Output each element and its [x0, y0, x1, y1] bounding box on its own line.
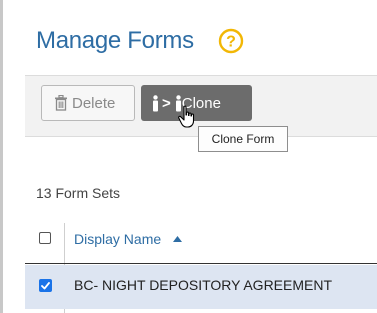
row-checkbox[interactable] — [39, 279, 52, 292]
sort-ascending-icon[interactable] — [173, 236, 182, 242]
form-set-count: 13 Form Sets — [36, 185, 121, 201]
column-header-display-name[interactable]: Display Name — [74, 231, 161, 247]
person-icon — [153, 94, 158, 111]
left-border — [0, 0, 3, 313]
svg-text:?: ? — [226, 34, 236, 51]
select-all-checkbox[interactable] — [39, 232, 51, 244]
header-rule — [25, 263, 377, 264]
trash-icon — [55, 95, 67, 111]
arrow-right-icon: > — [162, 94, 171, 112]
page-title: Manage Forms — [36, 27, 194, 54]
hand-cursor-icon — [178, 105, 195, 128]
delete-label: Delete — [72, 94, 116, 112]
checkmark-icon — [41, 281, 50, 289]
row-display-name: BC- NIGHT DEPOSITORY AGREEMENT — [74, 277, 333, 293]
question-circle-icon[interactable]: ? — [218, 28, 244, 54]
delete-button[interactable]: Delete — [41, 85, 135, 121]
clone-tooltip: Clone Form — [198, 126, 288, 152]
